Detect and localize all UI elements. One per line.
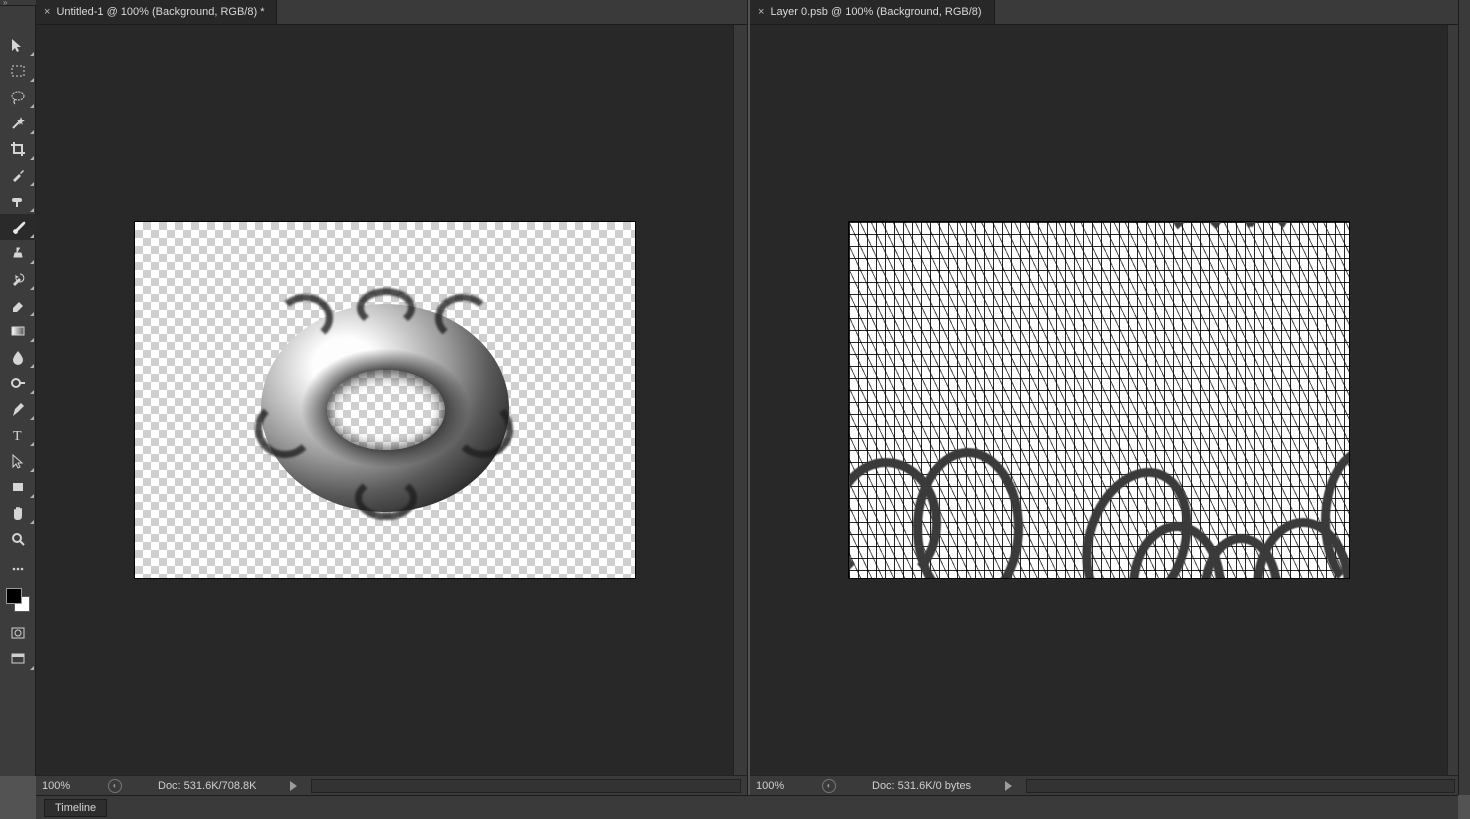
gradient-tool[interactable] [0,318,36,344]
torus-band [453,400,513,458]
torus-band [255,400,315,458]
spot-healing-brush-tool[interactable] [0,188,36,214]
tools-panel: T [0,6,36,776]
tab-bar: × Layer 0.psb @ 100% (Background, RGB/8) [750,0,1461,25]
clone-stamp-tool[interactable] [0,240,36,266]
torus-hole [327,370,445,450]
tab-bar: × Untitled-1 @ 100% (Background, RGB/8) … [36,0,747,25]
timeline-tab[interactable]: Timeline [44,799,107,817]
blur-tool[interactable] [0,344,36,370]
document-tab[interactable]: × Layer 0.psb @ 100% (Background, RGB/8) [750,0,995,24]
rectangular-marquee-tool[interactable] [0,58,36,84]
tab-title: Layer 0.psb @ 100% (Background, RGB/8) [770,6,981,18]
document-pane-right: × Layer 0.psb @ 100% (Background, RGB/8)… [750,0,1462,795]
quick-mask-mode[interactable] [0,620,36,646]
document-pane-left: × Untitled-1 @ 100% (Background, RGB/8) … [36,0,748,795]
eyedropper-tool[interactable] [0,162,36,188]
type-tool[interactable]: T [0,422,36,448]
info-menu-icon[interactable] [1005,781,1012,791]
history-brush-tool[interactable] [0,266,36,292]
canvas-viewport[interactable] [36,25,733,775]
brush-tool[interactable] [0,214,36,240]
tab-title: Untitled-1 @ 100% (Background, RGB/8) * [56,6,264,18]
torus-band [355,476,417,520]
horizontal-scrollbar[interactable] [1026,779,1455,793]
journal-icon[interactable]: ◐ [108,779,122,793]
document-info[interactable]: Doc: 531.6K/0 bytes [872,780,971,792]
status-bar: 100% ◐ Doc: 531.6K/0 bytes [750,775,1461,795]
path-selection-tool[interactable] [0,448,36,474]
journal-icon[interactable]: ◐ [822,779,836,793]
foreground-color-swatch[interactable] [6,588,22,604]
dodge-tool[interactable] [0,370,36,396]
document-info[interactable]: Doc: 531.6K/708.8K [158,780,256,792]
screen-mode[interactable] [0,646,36,672]
status-bar: 100% ◐ Doc: 531.6K/708.8K [36,775,747,795]
zoom-level[interactable]: 100% [42,780,102,792]
canvas-viewport[interactable] [750,25,1447,775]
canvas[interactable] [135,222,635,578]
lasso-tool[interactable] [0,84,36,110]
right-dock-edge[interactable] [1458,0,1470,795]
document-tab[interactable]: × Untitled-1 @ 100% (Background, RGB/8) … [36,0,277,24]
svg-text:T: T [13,429,22,443]
move-tool[interactable] [0,32,36,58]
crop-tool[interactable] [0,136,36,162]
torus-band [277,294,333,342]
pen-tool[interactable] [0,396,36,422]
horizontal-scrollbar[interactable] [311,779,741,793]
edit-toolbar[interactable] [0,556,36,582]
magic-wand-tool[interactable] [0,110,36,136]
torus-band [435,294,491,342]
info-menu-icon[interactable] [290,781,297,791]
hand-tool[interactable] [0,500,36,526]
zoom-level[interactable]: 100% [756,780,816,792]
zoom-tool[interactable] [0,526,36,552]
close-icon[interactable]: × [758,6,764,18]
torus-band [357,288,415,328]
vertical-scrollbar[interactable] [733,25,747,775]
color-swatches[interactable] [6,588,30,612]
timeline-panel[interactable]: Timeline [36,795,1458,819]
eraser-tool[interactable] [0,292,36,318]
canvas[interactable] [849,222,1349,578]
close-icon[interactable]: × [44,6,50,18]
rectangle-tool[interactable] [0,474,36,500]
